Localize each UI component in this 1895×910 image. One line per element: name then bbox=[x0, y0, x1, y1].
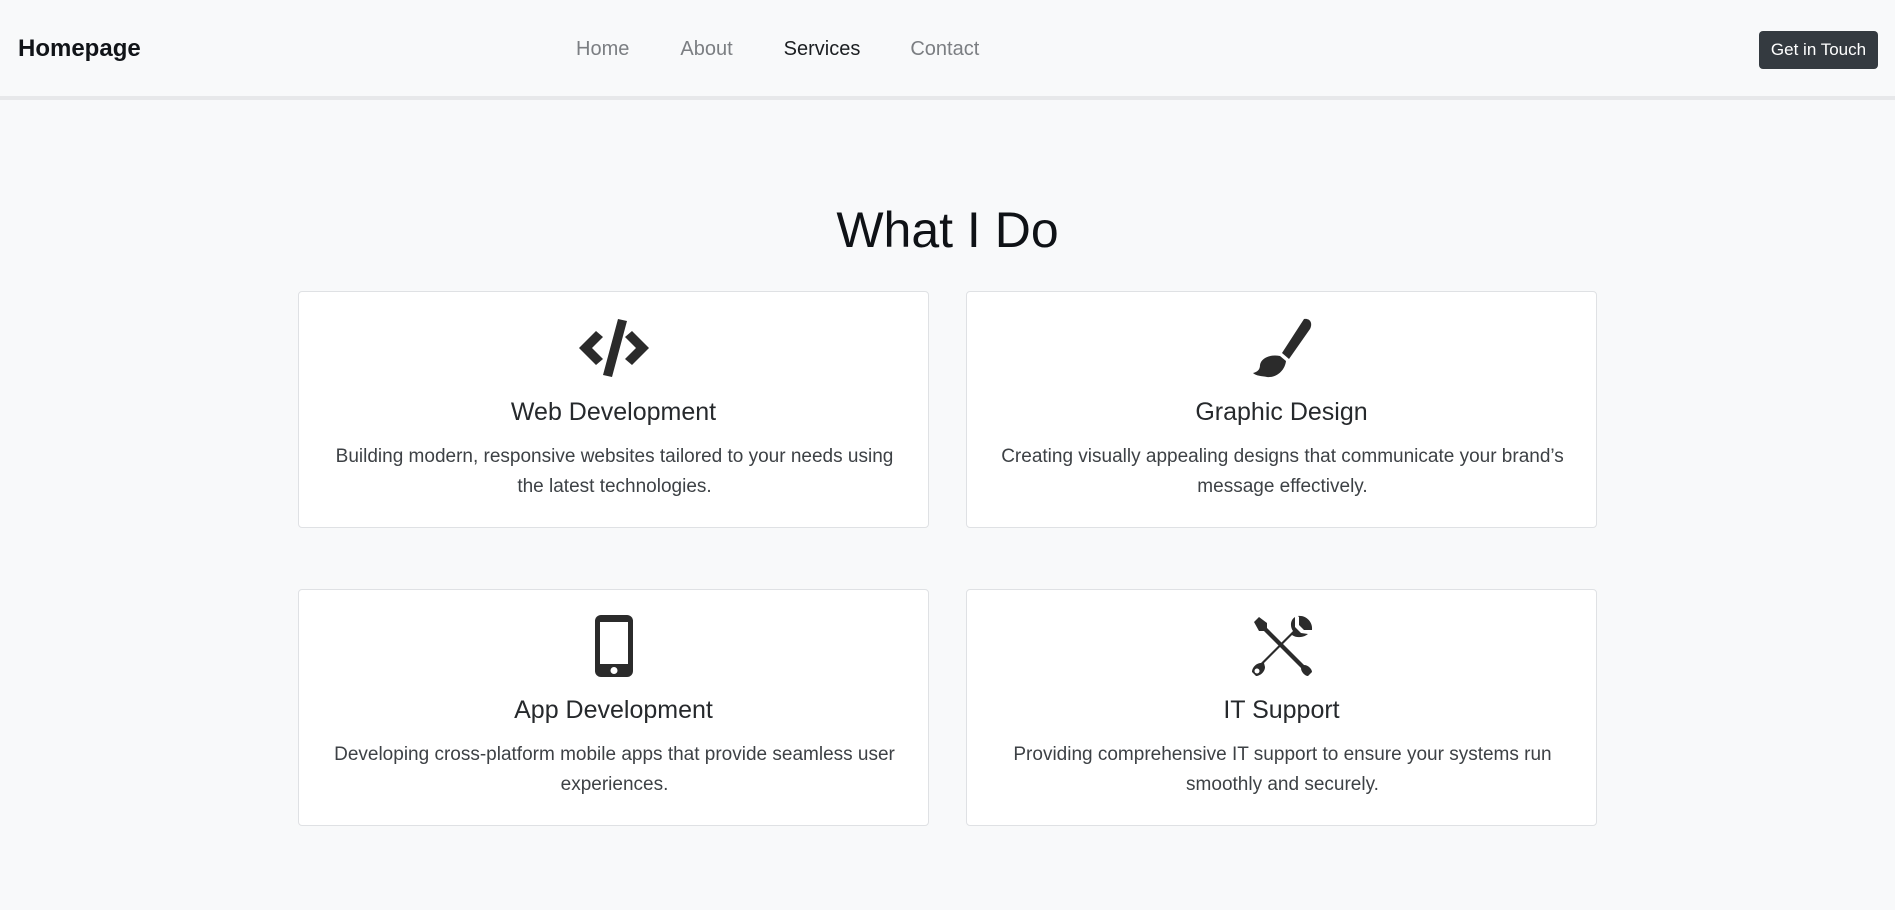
nav-link-about[interactable]: About bbox=[680, 34, 732, 64]
brand-link[interactable]: Homepage bbox=[18, 34, 141, 64]
top-navbar: Homepage Home About Services Contact Get… bbox=[0, 0, 1895, 100]
service-description: Building modern, responsive websites tai… bbox=[335, 446, 894, 497]
service-card-web-development: Web Development Building modern, respons… bbox=[298, 291, 929, 528]
service-description: Creating visually appealing designs that… bbox=[1001, 446, 1564, 497]
service-card-it-support: IT Support Providing comprehensive IT su… bbox=[966, 589, 1597, 826]
service-title: Graphic Design bbox=[1195, 398, 1368, 426]
get-in-touch-button[interactable]: Get in Touch bbox=[1759, 31, 1878, 69]
service-title: IT Support bbox=[1223, 696, 1340, 724]
service-title: Web Development bbox=[510, 398, 717, 426]
service-title: App Development bbox=[514, 696, 713, 724]
nav-link-services[interactable]: Services bbox=[784, 34, 861, 64]
tools-icon bbox=[967, 614, 1596, 678]
service-card-app-development: App Development Developing cross-platfor… bbox=[298, 589, 929, 826]
section-title: What I Do bbox=[836, 202, 1059, 258]
code-icon bbox=[299, 316, 928, 380]
service-description: Developing cross-platform mobile apps th… bbox=[334, 744, 895, 795]
service-card-graphic-design: Graphic Design Creating visually appeali… bbox=[966, 291, 1597, 528]
nav-link-contact[interactable]: Contact bbox=[910, 34, 979, 64]
nav-link-home[interactable]: Home bbox=[576, 34, 629, 64]
service-description: Providing comprehensive IT support to en… bbox=[1013, 744, 1552, 795]
main-nav: Home About Services Contact bbox=[576, 34, 979, 64]
mobile-phone-icon bbox=[299, 614, 928, 678]
paintbrush-icon bbox=[967, 316, 1596, 380]
